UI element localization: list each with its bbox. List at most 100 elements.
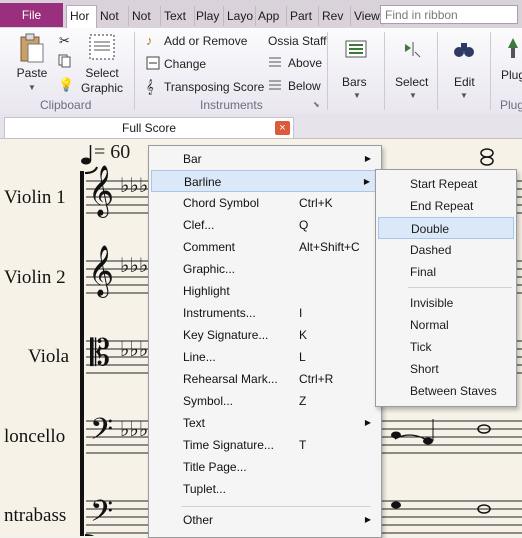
instrument-name-violin-2[interactable]: Violin 2 [4,267,66,289]
ossia-staff-title: Ossia Staff [268,34,327,48]
menu-item-label: Highlight [183,284,230,298]
menu-item-rehearsal-mark[interactable]: Rehearsal Mark... Ctrl+R [151,368,379,390]
submenu-item-tick[interactable]: Tick [378,336,514,358]
tab-full-score[interactable]: Full Score × [4,117,294,138]
menu-item-other[interactable]: Other ▶ [151,509,379,531]
tab-review[interactable]: Rev [319,6,351,26]
paste-button[interactable]: Paste [10,66,54,81]
edit-binoculars-icon[interactable] [453,38,475,63]
menu-item-label: Key Signature... [183,328,269,342]
menu-item-comment[interactable]: Comment Alt+Shift+C [151,236,379,258]
group-divider [437,32,438,110]
tab-note-input[interactable]: Not [97,6,129,26]
instrument-name-violin-1[interactable]: Violin 1 [4,187,66,209]
transposing-score-icon: 𝄞 [146,79,154,94]
menu-item-label: Time Signature... [183,438,274,452]
menu-item-label: Barline [184,175,222,189]
menu-item-label: Other [183,513,214,527]
select-button[interactable]: Select [395,75,428,89]
cut-icon[interactable]: ✂ [59,33,70,49]
instrument-name-viola[interactable]: Viola [28,346,69,368]
menu-item-line[interactable]: Line... L [151,346,379,368]
paste-dropdown-icon[interactable]: ▼ [28,83,36,92]
tab-layout[interactable]: Layo [224,6,256,26]
menu-item-label: Clef... [183,218,215,232]
submenu-item-normal[interactable]: Normal [378,314,514,336]
menu-item-shortcut: I [299,306,303,320]
ossia-above-button[interactable]: Above [288,56,322,70]
menu-item-shortcut: Ctrl+R [299,372,334,386]
dialog-launcher-icon[interactable]: ⬊ [313,100,320,109]
menu-item-tuplet[interactable]: Tuplet... [151,478,379,500]
document-tab-strip: Full Score × [0,114,522,139]
tab-parts[interactable]: Part [287,6,319,26]
menu-item-graphic[interactable]: Graphic... [151,258,379,280]
close-icon[interactable]: × [275,121,290,135]
submenu-item-dashed[interactable]: Dashed [378,239,514,261]
tab-notations[interactable]: Not [129,6,161,26]
ossia-below-button[interactable]: Below [288,79,321,93]
menu-item-highlight[interactable]: Highlight [151,280,379,302]
submenu-item-double[interactable]: Double [378,217,514,239]
menu-item-instruments[interactable]: Instruments... I [151,302,379,324]
treble-clef-icon: 𝄞 [88,166,115,215]
group-divider [134,32,135,110]
instruments-group-label: Instruments [200,98,263,112]
menu-item-text[interactable]: Text ▶ [151,412,379,434]
bars-button[interactable]: Bars [342,75,367,89]
key-signature-icon: ♭♭♭ [120,339,149,361]
change-button[interactable]: Change [164,57,206,71]
file-tab[interactable]: File [0,3,63,27]
treble-clef-icon: 𝄞 [88,246,115,295]
transposing-score-button[interactable]: Transposing Score [164,80,264,94]
tab-view[interactable]: View [351,6,383,26]
tab-play[interactable]: Play [193,6,224,26]
add-remove-button[interactable]: Add or Remove [164,34,247,48]
submenu-item-short[interactable]: Short [378,358,514,380]
submenu-item-final[interactable]: Final [378,261,514,283]
edit-button[interactable]: Edit [454,75,475,89]
key-signature-icon: ♭♭♭ [120,255,149,277]
submenu-arrow-icon: ▶ [364,515,371,524]
bars-icon[interactable] [345,38,367,63]
ribbon-tab-row: File Hor Not Not Text Play Layo App Part… [0,0,522,29]
plugins-group-label: Plug [500,98,522,112]
format-painter-icon[interactable]: 💡 [58,77,74,93]
bars-dropdown-icon[interactable]: ▼ [353,91,361,100]
bass-clef-icon: 𝄢 [90,413,114,453]
instrument-name-violoncello[interactable]: loncello [4,426,65,448]
menu-item-shortcut: Alt+Shift+C [299,240,360,254]
plugins-icon[interactable] [505,36,522,63]
submenu-item-between-staves[interactable]: Between Staves [378,380,514,402]
menu-item-bar[interactable]: Bar ▶ [151,148,379,170]
copy-icon[interactable] [58,54,72,71]
barline-submenu: Start Repeat End Repeat Double Dashed Fi… [375,169,517,407]
submenu-item-end-repeat[interactable]: End Repeat [378,195,514,217]
menu-item-key-signature[interactable]: Key Signature... K [151,324,379,346]
menu-item-chord-symbol[interactable]: Chord Symbol Ctrl+K [151,192,379,214]
plugins-button[interactable]: Plug [501,68,522,82]
instrument-name-contrabass[interactable]: ntrabass [4,505,66,527]
tab-home[interactable]: Hor [66,5,97,29]
paste-icon[interactable] [18,32,46,64]
menu-item-barline[interactable]: Barline ▶ [151,170,379,192]
menu-item-time-signature[interactable]: Time Signature... T [151,434,379,456]
group-divider [384,32,385,110]
select-dropdown-icon[interactable]: ▼ [409,91,417,100]
change-icon [146,56,160,73]
select-graphic-icon[interactable] [89,34,115,60]
ossia-below-icon [268,78,282,95]
tab-text[interactable]: Text [161,6,195,26]
ribbon-search-input[interactable]: Find in ribbon [380,5,518,24]
select-icon[interactable] [401,38,423,63]
select-graphic-button[interactable]: Select Graphic [78,66,126,96]
tempo-marking[interactable]: = 60 [94,141,130,164]
edit-dropdown-icon[interactable]: ▼ [460,91,468,100]
submenu-item-start-repeat[interactable]: Start Repeat [378,173,514,195]
document-tab-title: Full Score [121,121,177,135]
submenu-item-invisible[interactable]: Invisible [378,292,514,314]
menu-item-symbol[interactable]: Symbol... Z [151,390,379,412]
tab-appearance[interactable]: App [255,6,287,26]
menu-item-title-page[interactable]: Title Page... [151,456,379,478]
menu-item-clef[interactable]: Clef... Q [151,214,379,236]
